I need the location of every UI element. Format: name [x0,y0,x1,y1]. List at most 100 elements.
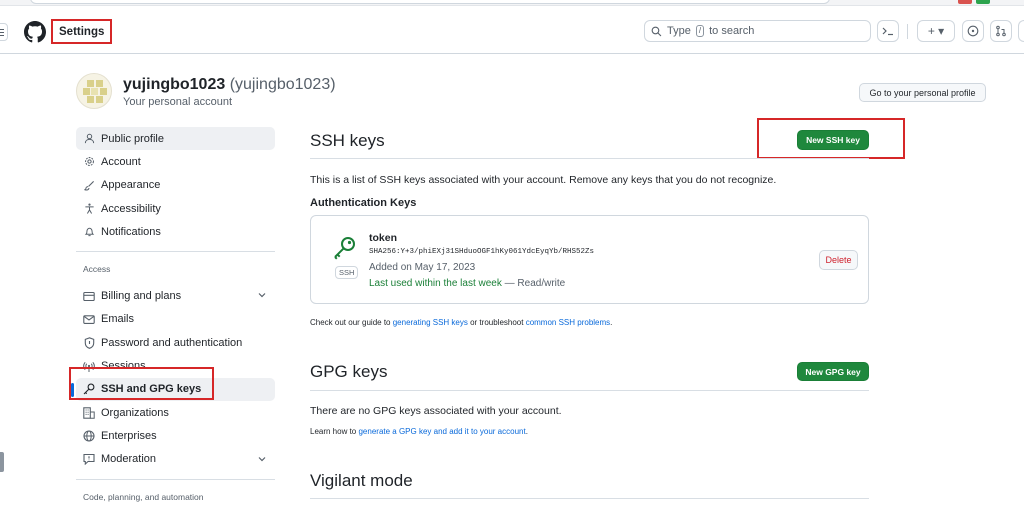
settings-sidebar: Public profile Account Appearance Access… [71,127,275,504]
browser-address-bar[interactable] [30,0,830,4]
sidebar-item-billing[interactable]: Billing and plans [76,284,275,307]
sidebar-item-appearance[interactable]: Appearance [76,174,275,197]
sidebar-item-moderation[interactable]: Moderation [76,448,275,471]
sidebar-item-enterprises[interactable]: Enterprises [76,424,275,447]
sidebar-item-label: Public profile [101,132,164,145]
search-input[interactable]: Type / to search [644,20,871,42]
sidebar-item-label: Notifications [101,225,161,238]
sidebar-item-organizations[interactable]: Organizations [76,401,275,424]
learn-prefix: Learn how to [310,427,359,436]
sidebar-item-password[interactable]: Password and authentication [76,331,275,354]
terminal-icon [882,27,893,36]
ssh-key-access: — Read/write [504,278,566,289]
new-ssh-key-button[interactable]: New SSH key [797,130,869,150]
gear-icon [83,156,95,168]
guide-suffix: . [610,318,613,327]
sidebar-item-label: Organizations [101,406,169,419]
sidebar-item-label: Emails [101,313,135,326]
gpg-keys-heading: GPG keys [310,362,388,381]
sidebar-item-ssh-gpg-keys[interactable]: SSH and GPG keys [71,377,275,401]
sidebar-item-label: Account [101,155,141,168]
ssh-key-usage: Last used within the last week — Read/wr… [369,278,565,289]
ssh-keys-heading: SSH keys [310,131,385,150]
page-title[interactable]: Settings [51,19,113,44]
issues-button[interactable] [962,20,984,42]
guide-prefix: Check out our guide to [310,318,393,327]
sidebar-item-label: Enterprises [101,429,157,442]
inbox-button[interactable] [1018,20,1024,42]
ssh-key-added-date: Added on May 17, 2023 [369,262,476,273]
gpg-empty-message: There are no GPG keys associated with yo… [310,405,562,417]
section-divider [310,158,869,159]
sidebar-divider [76,251,275,253]
ssh-description: This is a list of SSH keys associated wi… [310,174,777,186]
key-icon [83,383,95,395]
github-logo-icon[interactable] [24,21,46,43]
browser-extension-icon[interactable] [976,0,990,4]
ssh-key-fingerprint: SHA256:Y+3/phiEXj31SHduoOGF1hKy061YdcEyq… [369,248,595,256]
chevron-down-icon[interactable] [257,454,267,464]
issue-opened-icon [967,25,979,37]
mail-icon [83,313,95,325]
report-icon [83,453,95,466]
delete-ssh-key-button[interactable]: Delete [819,250,858,270]
section-divider [310,498,869,499]
menu-icon[interactable] [0,23,8,41]
username: yujingbo1023 [123,76,226,93]
scrollbar-thumb[interactable] [0,452,4,472]
sidebar-item-label: Accessibility [101,202,161,215]
bell-icon [83,226,95,238]
authentication-keys-heading: Authentication Keys [310,197,417,209]
browser-extension-icon[interactable] [958,0,972,4]
sidebar-heading-code-planning: Code, planning, and automation [83,491,204,502]
sidebar-divider [76,478,275,480]
search-shortcut-key: / [695,25,705,37]
generating-ssh-keys-link[interactable]: generating SSH keys [393,318,468,327]
avatar[interactable] [76,73,112,109]
pull-requests-button[interactable] [990,20,1012,42]
organization-icon [83,406,95,419]
learn-suffix: . [525,427,528,436]
paintbrush-icon [83,179,95,191]
account-name: yujingbo1023 (yujingbo1023) [123,76,336,94]
gpg-learn-text: Learn how to generate a GPG key and add … [310,427,528,436]
sidebar-item-emails[interactable]: Emails [76,308,275,331]
credit-card-icon [83,290,95,302]
section-divider [310,390,869,391]
go-to-profile-button[interactable]: Go to your personal profile [859,83,986,102]
create-new-button[interactable]: + ▾ [917,20,955,42]
guide-mid: or troubleshoot [467,318,526,327]
sidebar-item-account[interactable]: Account [76,150,275,173]
sidebar-item-notifications[interactable]: Notifications [76,220,275,243]
sidebar-item-label: Billing and plans [101,290,182,303]
account-type: Your personal account [123,96,233,108]
sidebar-item-label: Sessions [101,360,146,373]
person-icon [83,133,95,145]
accessibility-icon [83,203,95,215]
common-ssh-problems-link[interactable]: common SSH problems [526,318,610,327]
ssh-key-card: SSH token SHA256:Y+3/phiEXj31SHduoOGF1hK… [310,215,869,304]
sidebar-item-accessibility[interactable]: Accessibility [76,197,275,220]
generate-gpg-key-link[interactable]: generate a GPG key and add it to your ac… [358,427,525,436]
browser-strip [0,0,1024,6]
sidebar-item-label: Moderation [101,453,157,466]
chevron-down-icon[interactable] [257,290,267,300]
git-pull-request-icon [996,25,1006,37]
ssh-guide-text: Check out our guide to generating SSH ke… [310,318,612,327]
sidebar-item-sessions[interactable]: Sessions [76,354,275,377]
sidebar-item-public-profile[interactable]: Public profile [76,127,275,151]
key-icon [334,237,355,260]
ssh-key-last-used: Last used within the last week [369,278,502,289]
sidebar-heading-access: Access [83,264,111,275]
sidebar-item-label: Appearance [101,179,161,192]
search-placeholder-suffix: to search [709,25,755,37]
header-divider [907,24,908,39]
sidebar-item-label: Password and authentication [101,336,243,349]
command-palette-button[interactable] [877,20,899,42]
search-placeholder: Type [667,25,691,37]
shield-icon [83,336,95,349]
ssh-badge: SSH [335,266,359,279]
active-indicator [71,382,74,397]
new-gpg-key-button[interactable]: New GPG key [797,362,869,381]
vigilant-mode-heading: Vigilant mode [310,471,413,490]
